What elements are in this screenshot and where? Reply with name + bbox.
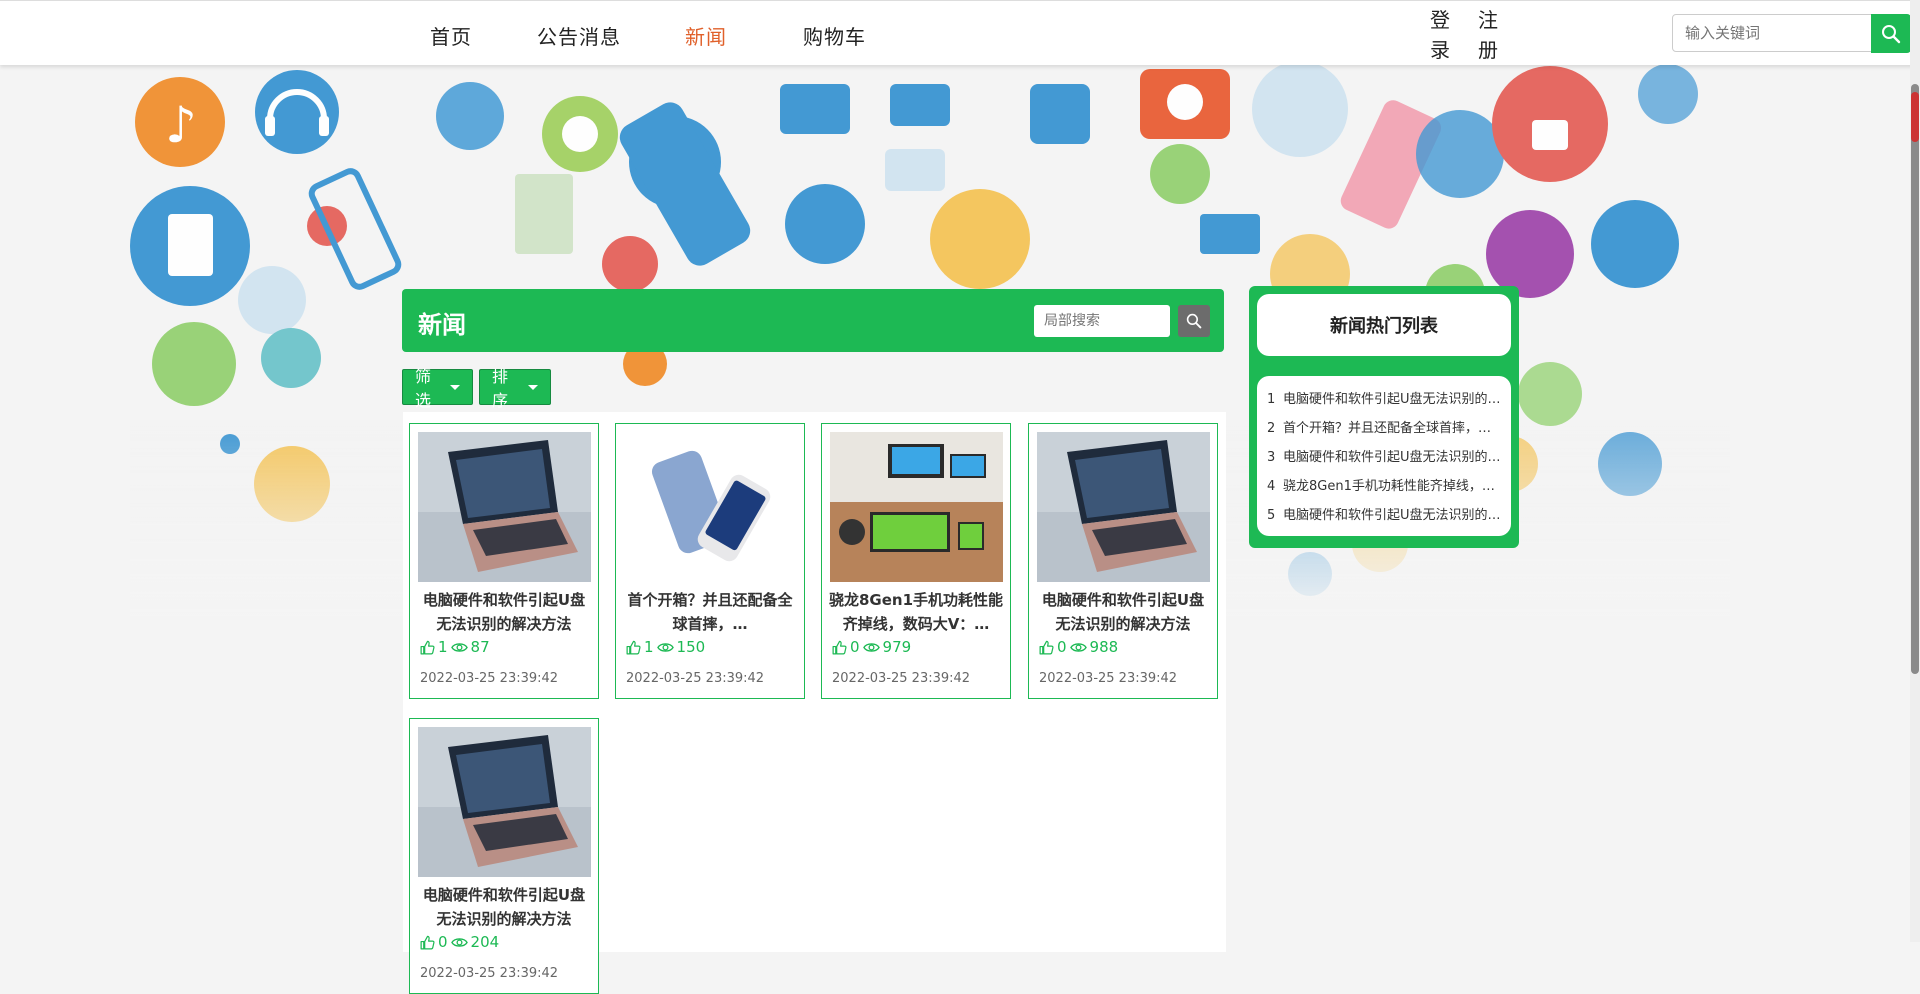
caret-down-icon xyxy=(528,384,538,390)
news-thumbnail[interactable] xyxy=(1037,432,1210,582)
like-count: 0 xyxy=(1057,638,1067,656)
news-card-date: 2022-03-25 23:39:42 xyxy=(832,671,971,686)
news-card-stats: 1 150 xyxy=(626,637,705,657)
news-header-bar: 新闻 xyxy=(402,289,1224,352)
eye-icon xyxy=(450,642,468,652)
view-count: 87 xyxy=(470,638,490,656)
local-search-input[interactable] xyxy=(1034,305,1170,337)
news-thumbnail[interactable] xyxy=(418,727,591,877)
like-icon[interactable] xyxy=(832,640,847,655)
filter-dropdown-button[interactable]: 筛选 xyxy=(402,367,473,410)
eye-icon xyxy=(656,642,674,652)
page-scrollbar[interactable] xyxy=(1910,0,1920,942)
global-search-input[interactable] xyxy=(1672,14,1876,52)
news-thumbnail[interactable] xyxy=(624,432,797,582)
news-thumbnail[interactable] xyxy=(418,432,591,582)
search-icon xyxy=(1186,313,1202,329)
like-icon[interactable] xyxy=(420,935,435,950)
view-count: 979 xyxy=(882,638,912,656)
news-card-title[interactable]: 首个开箱？并且还配备全球首摔，… xyxy=(622,588,798,636)
eye-icon xyxy=(862,642,880,652)
login-link[interactable]: 登录 xyxy=(1429,5,1451,65)
news-card[interactable]: 骁龙8Gen1手机功耗性能齐掉线，数码大V：… 0 979 2022-03-25 23… xyxy=(821,423,1011,699)
news-card-title[interactable]: 电脑硬件和软件引起U盘无法识别的解决方法 xyxy=(416,588,592,636)
caret-down-icon xyxy=(450,384,460,390)
nav-cart[interactable]: 购物车 xyxy=(803,21,866,50)
nav-news[interactable]: 新闻 xyxy=(685,21,727,50)
hot-news-list: 1电脑硬件和软件引起U盘无法识别的解决方法 2首个开箱？并且还配备全球首摔，… … xyxy=(1257,376,1511,536)
news-card[interactable]: 首个开箱？并且还配备全球首摔，… 1 150 2022-03-25 23:39:42 xyxy=(615,423,805,699)
news-card-title[interactable]: 电脑硬件和软件引起U盘无法识别的解决方法 xyxy=(1035,588,1211,636)
like-count: 1 xyxy=(438,638,448,656)
eye-icon xyxy=(1069,642,1087,652)
news-card-date: 2022-03-25 23:39:42 xyxy=(420,966,559,981)
hot-news-item[interactable]: 2 首个开箱？并且还配备全球首摔，… xyxy=(1267,417,1501,436)
nav-home[interactable]: 首页 xyxy=(430,21,472,50)
eye-icon xyxy=(450,937,468,947)
like-icon[interactable] xyxy=(626,640,641,655)
scrollbar-thumb[interactable] xyxy=(1911,84,1919,674)
hot-news-item[interactable]: 3电脑硬件和软件引起U盘无法识别的解决方法 xyxy=(1267,446,1501,465)
view-count: 988 xyxy=(1089,638,1119,656)
news-card[interactable]: 电脑硬件和软件引起U盘无法识别的解决方法 0 204 2022-03-25 23:39… xyxy=(409,718,599,994)
news-card-stats: 1 87 xyxy=(420,637,490,657)
news-thumbnail[interactable] xyxy=(830,432,1003,582)
scrollbar-marker xyxy=(1911,92,1919,142)
news-section-title: 新闻 xyxy=(418,311,466,339)
like-icon[interactable] xyxy=(420,640,435,655)
top-navbar: 首页 公告消息 新闻 购物车 登录 注册 xyxy=(0,0,1920,65)
hot-news-item[interactable]: 1电脑硬件和软件引起U盘无法识别的解决方法 xyxy=(1267,388,1501,407)
hot-news-title: 新闻热门列表 xyxy=(1257,294,1511,356)
hot-news-panel: 新闻热门列表 1电脑硬件和软件引起U盘无法识别的解决方法 2首个开箱？并且还配备… xyxy=(1249,286,1519,548)
sort-label: 排序 xyxy=(492,367,509,410)
sort-dropdown-button[interactable]: 排序 xyxy=(479,367,551,410)
search-icon xyxy=(1882,24,1901,43)
like-count: 0 xyxy=(438,933,448,951)
like-count: 1 xyxy=(644,638,654,656)
news-card-stats: 0 204 xyxy=(420,932,499,952)
news-card-date: 2022-03-25 23:39:42 xyxy=(626,671,765,686)
svg-text:♪: ♪ xyxy=(165,96,197,154)
view-count: 204 xyxy=(470,933,500,951)
hot-news-item[interactable]: 5电脑硬件和软件引起U盘无法识别的解决方法 xyxy=(1267,504,1501,523)
local-search-button[interactable] xyxy=(1178,305,1210,337)
hot-news-item[interactable]: 4骁龙8Gen1手机功耗性能齐掉线，数码大V：… xyxy=(1267,475,1501,494)
news-card-stats: 0 979 xyxy=(832,637,911,657)
news-card-stats: 0 988 xyxy=(1039,637,1118,657)
news-card-date: 2022-03-25 23:39:42 xyxy=(420,671,559,686)
news-card-date: 2022-03-25 23:39:42 xyxy=(1039,671,1178,686)
like-icon[interactable] xyxy=(1039,640,1054,655)
news-card-title[interactable]: 骁龙8Gen1手机功耗性能齐掉线，数码大V：… xyxy=(828,588,1004,636)
filter-label: 筛选 xyxy=(415,367,432,410)
news-card[interactable]: 电脑硬件和软件引起U盘无法识别的解决方法 1 87 2022-03-25 23:39:… xyxy=(409,423,599,699)
global-search-button[interactable] xyxy=(1871,14,1911,53)
register-link[interactable]: 注册 xyxy=(1477,5,1499,65)
view-count: 150 xyxy=(676,638,706,656)
like-count: 0 xyxy=(850,638,860,656)
news-card-title[interactable]: 电脑硬件和软件引起U盘无法识别的解决方法 xyxy=(416,883,592,931)
news-card[interactable]: 电脑硬件和软件引起U盘无法识别的解决方法 0 988 2022-03-25 23:39… xyxy=(1028,423,1218,699)
nav-announcements[interactable]: 公告消息 xyxy=(537,21,621,50)
